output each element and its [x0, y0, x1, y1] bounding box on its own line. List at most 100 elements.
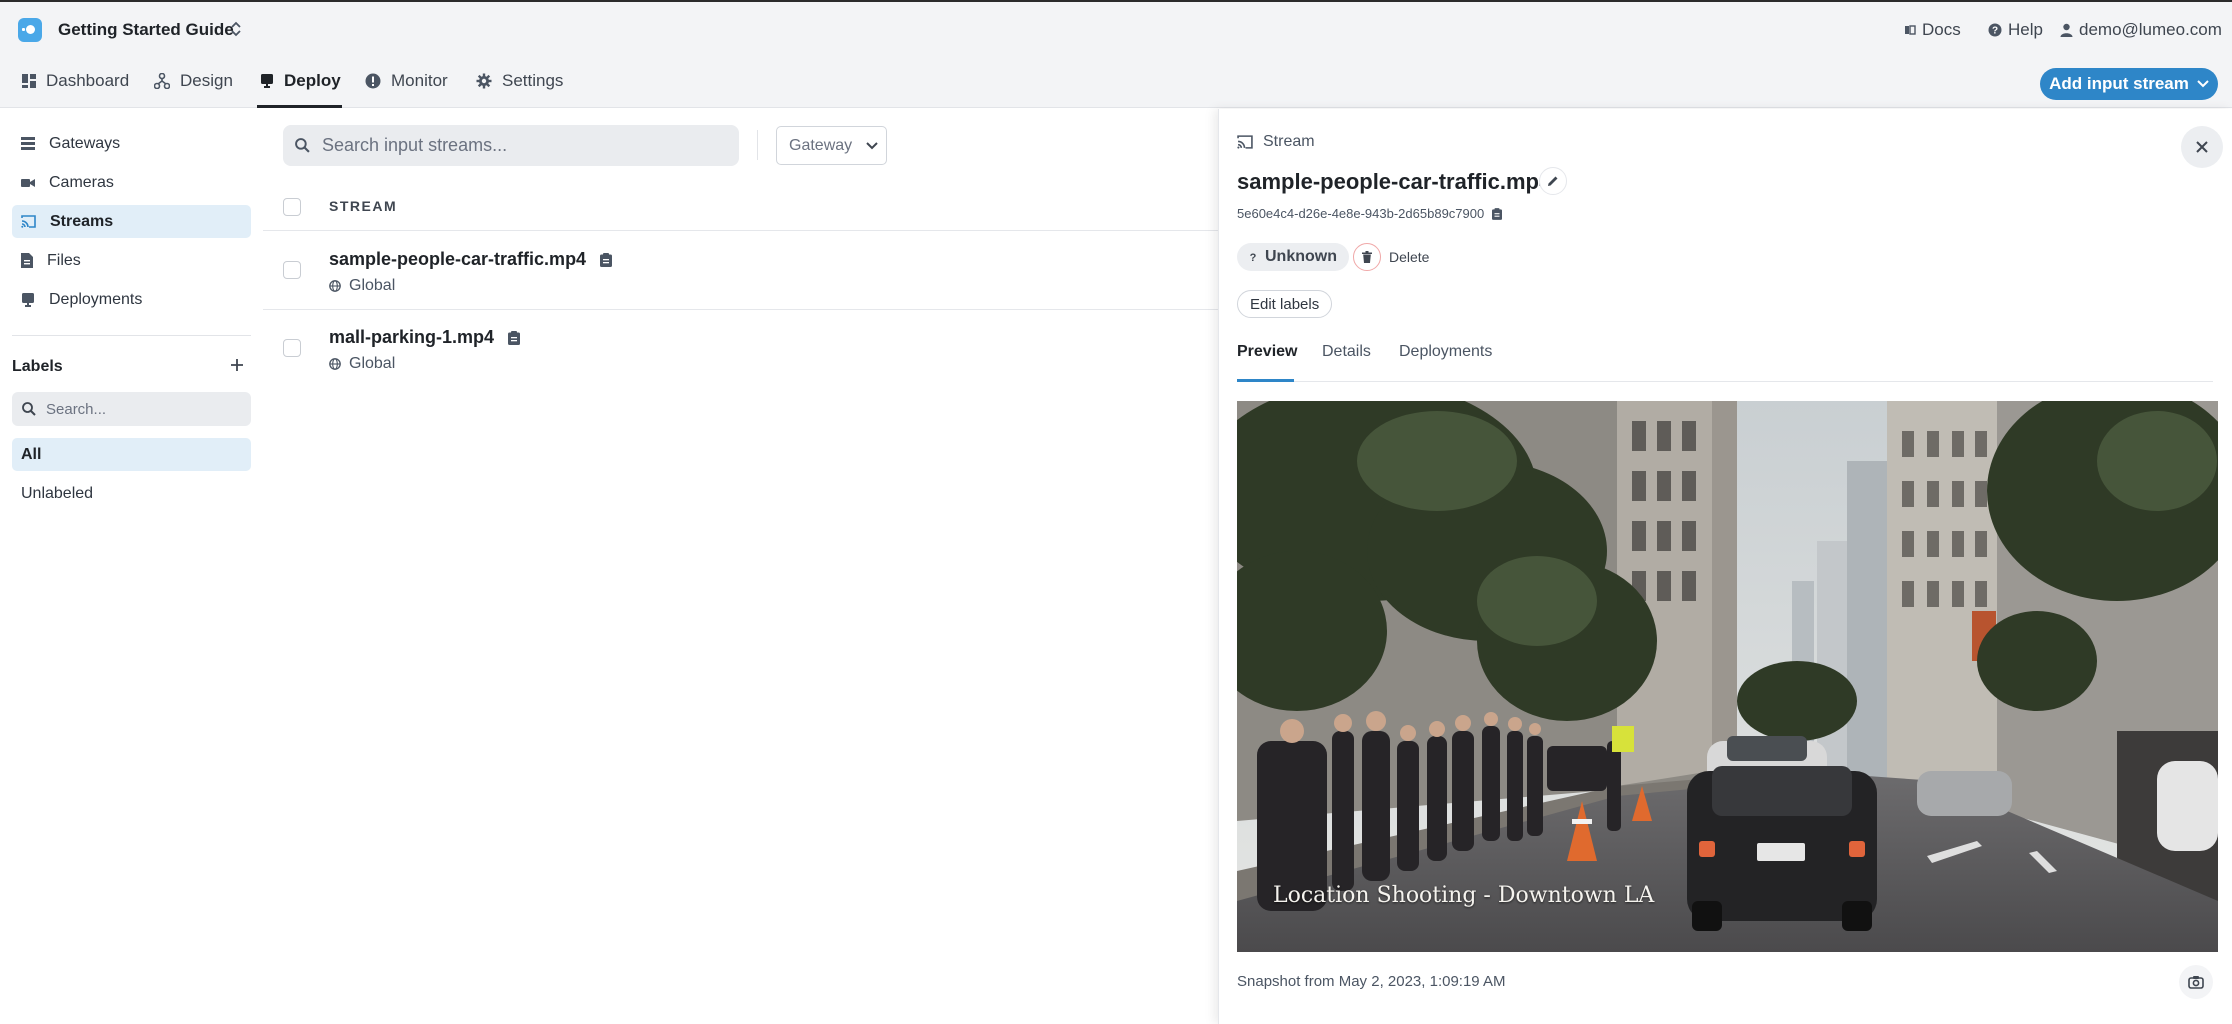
edit-labels-button[interactable]: Edit labels — [1237, 290, 1333, 318]
search-icon — [295, 138, 310, 153]
file-icon — [21, 253, 33, 268]
question-icon: ? — [1249, 251, 1257, 263]
tab-deploy[interactable]: Deploy — [260, 70, 341, 92]
top-bar: Getting Started Guide Docs ? Help demo@l… — [0, 0, 2232, 108]
tab-monitor[interactable]: Monitor — [365, 70, 448, 92]
take-snapshot-button[interactable] — [2179, 965, 2213, 999]
filter-separator — [757, 130, 758, 160]
camera-snapshot-icon — [2188, 975, 2204, 989]
clipboard-icon[interactable] — [600, 252, 613, 267]
labels-search-placeholder: Search... — [46, 400, 107, 418]
delete-button[interactable] — [1353, 243, 1381, 271]
sidebar-item-label: Files — [47, 251, 81, 269]
active-tab-indicator — [257, 105, 342, 108]
stream-preview-image: Location Shooting - Downtown LA — [1237, 401, 2218, 952]
tab-dashboard[interactable]: Dashboard — [22, 70, 129, 92]
edit-labels-text: Edit labels — [1250, 295, 1320, 313]
cast-icon — [21, 215, 36, 228]
pencil-icon — [1547, 175, 1559, 187]
labels-search-input[interactable]: Search... — [12, 392, 251, 426]
add-input-stream-label: Add input stream — [2049, 74, 2189, 93]
delete-label[interactable]: Delete — [1389, 249, 1429, 265]
tab-label: Design — [180, 71, 233, 90]
camera-icon — [21, 177, 35, 189]
globe-icon — [329, 358, 341, 370]
add-label-icon[interactable] — [228, 356, 246, 374]
cast-icon — [1237, 135, 1253, 149]
design-icon — [154, 73, 170, 89]
docs-label: Docs — [1922, 20, 1961, 39]
tab-label: Deploy — [284, 71, 341, 90]
sidebar-divider — [12, 335, 251, 336]
svg-text:?: ? — [1992, 26, 1998, 37]
panel-kind-label: Stream — [1263, 133, 1315, 150]
dashboard-icon — [22, 74, 36, 88]
stream-name-text: sample-people-car-traffic.mp4 — [329, 249, 587, 269]
user-icon — [2060, 23, 2073, 37]
sidebar-item-label: Gateways — [49, 134, 121, 152]
status-badge: ? Unknown — [1237, 243, 1349, 271]
monitor-icon — [365, 73, 381, 89]
project-title[interactable]: Getting Started Guide — [58, 20, 234, 40]
sidebar-item-gateways[interactable]: Gateways — [12, 127, 251, 160]
stream-name[interactable]: mall-parking-1.mp4 — [329, 327, 521, 348]
globe-icon — [329, 280, 341, 292]
stream-scope: Global — [329, 277, 395, 295]
chevron-up-down-icon[interactable] — [230, 20, 242, 38]
lumeo-logo-icon[interactable] — [18, 18, 42, 42]
label-item-unlabeled[interactable]: Unlabeled — [12, 477, 251, 510]
chevron-down-icon — [2197, 80, 2209, 88]
sidebar-item-files[interactable]: Files — [12, 244, 251, 277]
stream-scope-text: Global — [349, 355, 396, 372]
svg-text:?: ? — [1250, 252, 1257, 263]
sidebar-item-label: Cameras — [49, 173, 114, 191]
clipboard-icon[interactable] — [508, 330, 521, 345]
help-link[interactable]: ? Help — [1988, 20, 2043, 40]
column-header-stream: STREAM — [329, 198, 398, 214]
sidebar-item-deployments[interactable]: Deployments — [12, 283, 251, 316]
label-item-text: All — [21, 445, 42, 463]
panel-kind: Stream — [1237, 133, 1315, 151]
stream-search-placeholder: Search input streams... — [322, 135, 508, 155]
stream-name-text: mall-parking-1.mp4 — [329, 327, 495, 347]
docs-link[interactable]: Docs — [1904, 20, 1961, 40]
book-icon — [1904, 24, 1916, 36]
stream-name[interactable]: sample-people-car-traffic.mp4 — [329, 249, 613, 270]
copy-icon[interactable] — [1492, 207, 1503, 220]
stream-detail-panel: Stream sample-people-car-traffic.mp4 5e6… — [1218, 109, 2232, 1024]
tab-deployments[interactable]: Deployments — [1399, 343, 1492, 361]
tab-settings[interactable]: Settings — [476, 70, 563, 92]
row-checkbox[interactable] — [283, 339, 301, 357]
help-label: Help — [2008, 20, 2043, 39]
label-item-all[interactable]: All — [12, 438, 251, 471]
sidebar-item-cameras[interactable]: Cameras — [12, 166, 251, 199]
tab-details[interactable]: Details — [1322, 343, 1371, 361]
tab-label: Settings — [502, 71, 564, 90]
sidebar-item-streams[interactable]: Streams — [12, 205, 251, 238]
close-panel-button[interactable] — [2181, 126, 2223, 168]
gateway-filter-select[interactable]: Gateway — [776, 126, 887, 165]
trash-icon — [1362, 251, 1372, 263]
stream-scope: Global — [329, 355, 395, 373]
deployment-icon — [21, 292, 35, 308]
tab-design[interactable]: Design — [154, 70, 233, 92]
edit-name-button[interactable] — [1539, 167, 1567, 195]
status-text: Unknown — [1265, 248, 1337, 265]
tabs-divider — [1237, 381, 2213, 382]
sidebar-item-label: Streams — [50, 212, 114, 230]
active-tab-indicator — [1237, 379, 1294, 382]
tab-label: Dashboard — [46, 71, 130, 90]
help-circle-icon: ? — [1988, 23, 2002, 37]
user-email: demo@lumeo.com — [2079, 20, 2222, 39]
tab-preview[interactable]: Preview — [1237, 343, 1297, 361]
stream-search-input[interactable]: Search input streams... — [283, 125, 739, 166]
header-divider — [263, 230, 1218, 231]
row-checkbox[interactable] — [283, 261, 301, 279]
deploy-icon — [260, 73, 274, 89]
add-input-stream-button[interactable]: Add input stream — [2040, 68, 2218, 100]
gateway-filter-label: Gateway — [789, 136, 853, 154]
select-all-checkbox[interactable] — [283, 198, 301, 216]
user-menu[interactable]: demo@lumeo.com — [2060, 20, 2222, 40]
chevron-down-icon — [866, 141, 878, 150]
gear-icon — [476, 73, 492, 89]
